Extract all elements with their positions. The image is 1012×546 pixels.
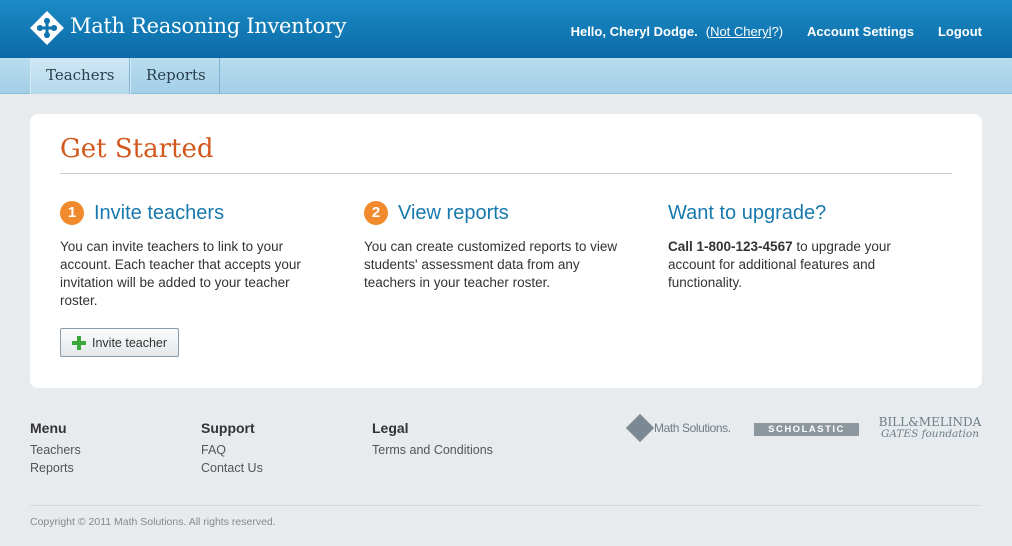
upgrade-phone: Call 1-800-123-4567 — [668, 239, 793, 254]
gates-logo-line2: GATES foundation — [881, 428, 979, 440]
logo-icon — [30, 11, 64, 45]
step-number-badge: 2 — [364, 201, 388, 225]
page-title: Get Started — [60, 134, 214, 164]
footer-link-teachers[interactable]: Teachers — [30, 441, 81, 459]
upgrade-header: Want to upgrade? — [668, 200, 938, 226]
math-solutions-icon — [625, 413, 655, 443]
footer-support: Support FAQ Contact Us — [201, 420, 263, 477]
math-solutions-text: Math Solutions. — [654, 421, 731, 435]
step-view-reports: 2 View reports You can create customized… — [364, 200, 634, 292]
tab-reports[interactable]: Reports — [130, 58, 220, 94]
footer-legal-heading: Legal — [372, 420, 409, 436]
math-solutions-logo[interactable]: Math Solutions. — [625, 413, 731, 443]
not-user-suffix: ?) — [771, 24, 784, 39]
tab-teachers[interactable]: Teachers — [30, 58, 130, 94]
account-settings-link[interactable]: Account Settings — [807, 24, 914, 39]
logout-link[interactable]: Logout — [938, 24, 982, 39]
not-user-text: (Not Cheryl?) — [706, 24, 783, 39]
step-title: Invite teachers — [94, 201, 225, 224]
footer-legal: Legal Terms and Conditions — [372, 420, 493, 459]
step-header: 2 View reports — [364, 200, 634, 226]
footer-link-contact-us[interactable]: Contact Us — [201, 459, 263, 477]
user-greeting: Hello, Cheryl Dodge. — [570, 24, 698, 39]
header-bar: Math Reasoning Inventory Hello, Cheryl D… — [0, 0, 1012, 58]
gates-logo-line1: BILL&MELINDA — [878, 415, 982, 429]
get-started-card: Get Started 1 Invite teachers You can in… — [30, 114, 982, 388]
footer-link-reports[interactable]: Reports — [30, 459, 81, 477]
invite-teacher-button[interactable]: Invite teacher — [60, 328, 179, 357]
gates-foundation-logo[interactable]: BILL&MELINDA GATES foundation — [877, 416, 983, 440]
step-number-badge: 1 — [60, 201, 84, 225]
step-description: You can invite teachers to link to your … — [60, 239, 301, 308]
not-user-link[interactable]: Not Cheryl — [710, 24, 771, 39]
footer-divider — [30, 505, 982, 506]
footer-link-terms[interactable]: Terms and Conditions — [372, 441, 493, 459]
step-header: 1 Invite teachers — [60, 200, 330, 226]
footer-menu-heading: Menu — [30, 420, 67, 436]
step-title: View reports — [398, 201, 509, 224]
scholastic-logo[interactable]: SCHOLASTIC — [754, 423, 859, 436]
upgrade-section: Want to upgrade? Call 1-800-123-4567 to … — [668, 200, 938, 292]
footer-support-heading: Support — [201, 420, 255, 436]
invite-teacher-label: Invite teacher — [92, 335, 168, 350]
upgrade-title: Want to upgrade? — [668, 201, 827, 224]
upgrade-description: Call 1-800-123-4567 to upgrade your acco… — [668, 238, 938, 292]
title-divider — [60, 173, 952, 174]
footer-menu: Menu Teachers Reports — [30, 420, 81, 477]
step-invite-teachers: 1 Invite teachers You can invite teacher… — [60, 200, 330, 310]
copyright: Copyright © 2011 Math Solutions. All rig… — [30, 516, 276, 528]
nav-bar: Teachers Reports — [0, 58, 1012, 94]
step-description: You can create customized reports to vie… — [364, 239, 618, 290]
plus-icon — [72, 335, 86, 350]
footer-link-faq[interactable]: FAQ — [201, 441, 263, 459]
app-title: Math Reasoning Inventory — [70, 14, 347, 38]
user-area: Hello, Cheryl Dodge. (Not Cheryl?) Accou… — [571, 24, 982, 39]
